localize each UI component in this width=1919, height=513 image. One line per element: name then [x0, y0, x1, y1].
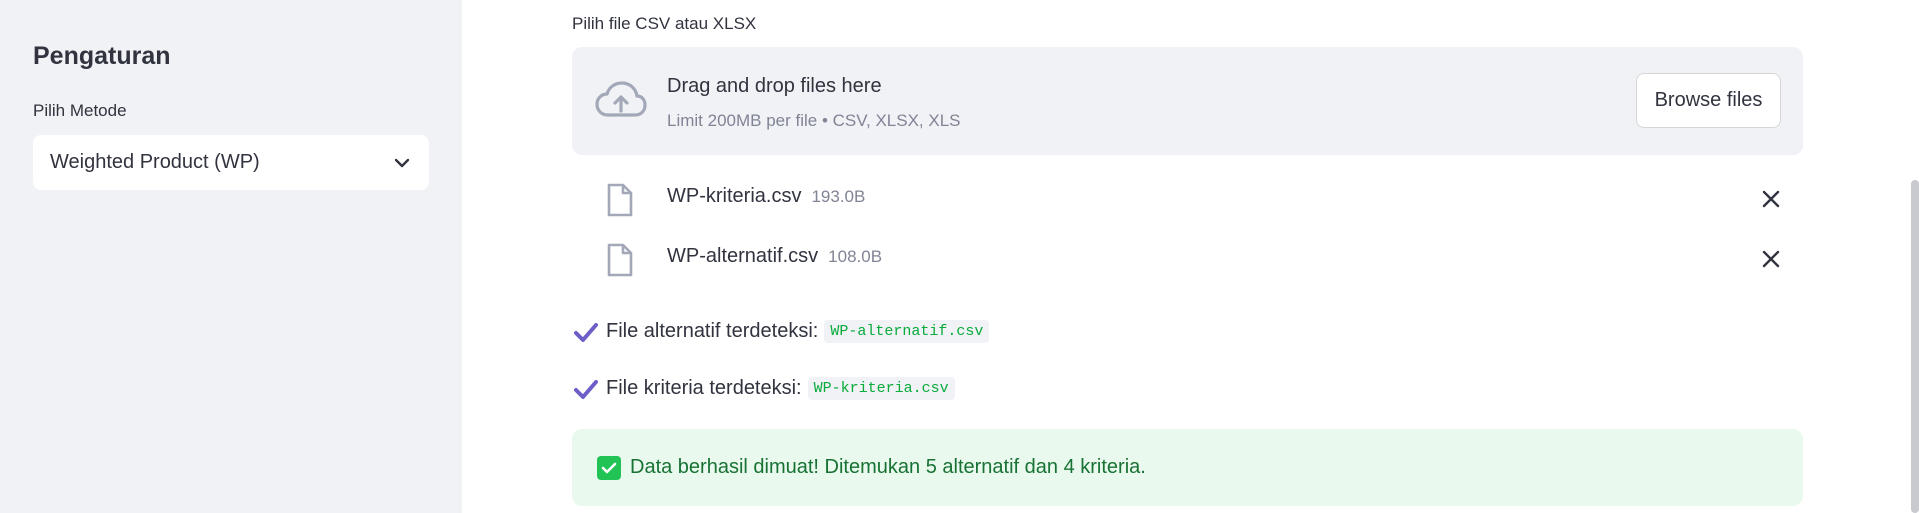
detection-text: File kriteria terdeteksi: — [606, 377, 802, 399]
file-icon — [607, 243, 633, 277]
file-name: WP-alternatif.csv 108.0B — [667, 245, 882, 268]
cloud-upload-icon — [595, 81, 647, 117]
main-content: Pilih file CSV atau XLSX Drag and drop f… — [462, 0, 1919, 513]
uploader-label: Pilih file CSV atau XLSX — [572, 14, 757, 33]
detection-message: File kriteria terdeteksi: WP-kriteria.cs… — [574, 377, 955, 400]
method-select-value: Weighted Product (WP) — [50, 151, 260, 173]
browse-files-button[interactable]: Browse files — [1636, 73, 1781, 128]
file-name: WP-kriteria.csv 193.0B — [667, 185, 865, 208]
success-alert: Data berhasil dimuat! Ditemukan 5 altern… — [572, 429, 1803, 506]
uploaded-file-row: WP-alternatif.csv 108.0B — [572, 237, 1803, 281]
detection-filename: WP-alternatif.csv — [824, 320, 990, 343]
close-icon[interactable] — [1759, 247, 1783, 271]
file-size: 108.0B — [828, 247, 883, 266]
uploaded-file-row: WP-kriteria.csv 193.0B — [572, 177, 1803, 221]
chevron-down-icon — [392, 153, 412, 173]
check-icon — [574, 379, 598, 399]
app: Pengaturan Pilih Metode Weighted Product… — [0, 0, 1919, 513]
close-icon[interactable] — [1759, 187, 1783, 211]
file-icon — [607, 183, 633, 217]
check-icon — [574, 322, 598, 342]
success-message: Data berhasil dimuat! Ditemukan 5 altern… — [630, 456, 1146, 478]
detection-text: File alternatif terdeteksi: — [606, 320, 819, 342]
method-select[interactable]: Weighted Product (WP) — [33, 135, 429, 190]
file-dropzone[interactable]: Drag and drop files here Limit 200MB per… — [572, 47, 1803, 155]
detection-message: File alternatif terdeteksi: WP-alternati… — [574, 320, 990, 343]
dropzone-title: Drag and drop files here — [667, 75, 882, 97]
dropzone-subtitle: Limit 200MB per file • CSV, XLSX, XLS — [667, 111, 961, 130]
scrollbar[interactable] — [1911, 180, 1919, 513]
check-box-icon — [597, 455, 621, 480]
sidebar: Pengaturan Pilih Metode Weighted Product… — [0, 0, 462, 513]
file-name-text: WP-kriteria.csv — [667, 185, 802, 207]
detection-filename: WP-kriteria.csv — [807, 377, 955, 400]
file-size: 193.0B — [811, 187, 866, 206]
sidebar-title: Pengaturan — [33, 42, 171, 70]
method-label: Pilih Metode — [33, 101, 127, 120]
file-name-text: WP-alternatif.csv — [667, 245, 819, 267]
